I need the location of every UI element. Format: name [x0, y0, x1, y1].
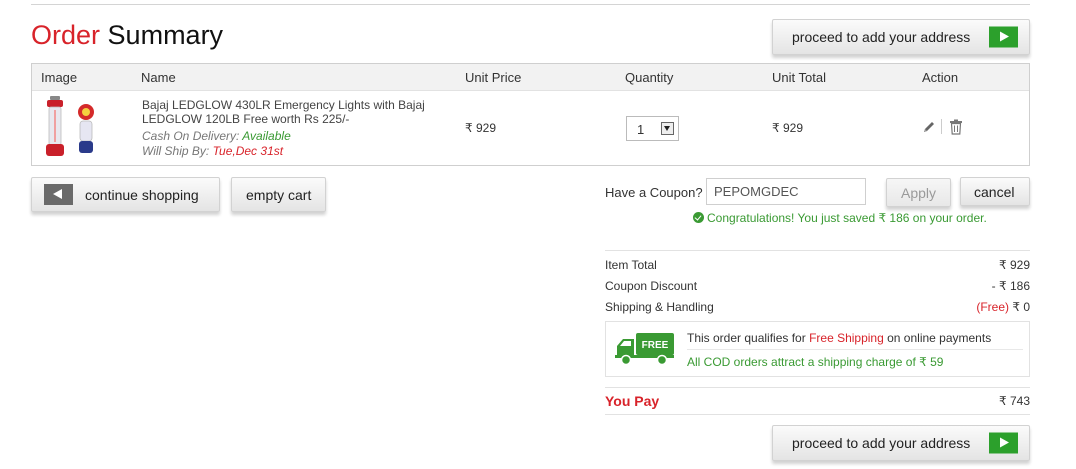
shipping-value-group: (Free) ₹ 0 [976, 300, 1030, 314]
shipping-label: Shipping & Handling [605, 300, 714, 314]
coupon-label: Have a Coupon? [605, 185, 703, 200]
empty-cart-button[interactable]: empty cart [231, 177, 326, 212]
cart-table: Image Name Unit Price Quantity Unit Tota… [31, 63, 1030, 166]
cancel-label: cancel [974, 183, 1015, 200]
coupon-input[interactable] [706, 178, 866, 205]
shipping-value: ₹ 0 [1012, 300, 1030, 314]
action-divider [941, 119, 942, 134]
ship-note-post: on online payments [887, 331, 992, 345]
item-total-row: Item Total ₹ 929 [605, 258, 1030, 274]
summary-divider-mid [605, 387, 1030, 388]
back-arrow-icon [44, 184, 73, 205]
page-title: Order Summary [31, 20, 223, 51]
coupon-discount-label: Coupon Discount [605, 279, 698, 293]
product-name[interactable]: Bajaj LEDGLOW 430LR Emergency Lights wit… [142, 98, 442, 126]
free-shipping-truck-icon: FREE [615, 333, 674, 366]
proceed-address-label: proceed to add your address [792, 435, 971, 451]
summary-divider-bottom [605, 414, 1030, 415]
play-arrow-icon [989, 432, 1018, 454]
coupon-success-message: Congratulations! You just saved ₹ 186 on… [693, 211, 987, 225]
free-shipping-note: This order qualifies for Free Shipping o… [687, 331, 991, 345]
apply-coupon-button[interactable]: Apply [886, 178, 951, 207]
ship-label: Will Ship By: [142, 144, 210, 158]
top-divider [31, 4, 1030, 5]
cod-charge-note: All COD orders attract a shipping charge… [687, 355, 944, 369]
play-arrow-icon [989, 26, 1018, 48]
unit-total: ₹ 929 [772, 121, 803, 135]
proceed-address-button-top[interactable]: proceed to add your address [772, 19, 1030, 55]
dropdown-arrow-icon[interactable] [661, 122, 674, 135]
page-title-accent: Order [31, 20, 101, 50]
ship-note-highlight: Free Shipping [809, 331, 884, 345]
edit-pencil-icon[interactable] [922, 120, 936, 134]
empty-cart-label: empty cart [246, 186, 312, 203]
coupon-discount-value: - ₹ 186 [991, 279, 1030, 293]
you-pay-value: ₹ 743 [999, 394, 1030, 408]
ship-value: Tue,Dec 31st [212, 144, 284, 158]
shipbox-divider [687, 349, 1023, 350]
you-pay-label: You Pay [605, 393, 660, 409]
trash-icon[interactable] [949, 119, 963, 135]
quantity-value: 1 [637, 122, 645, 137]
product-image[interactable] [44, 94, 100, 160]
header-unit-price: Unit Price [465, 70, 522, 85]
free-badge-text: FREE [642, 340, 669, 351]
check-circle-icon [693, 212, 704, 223]
cart-table-header: Image Name Unit Price Quantity Unit Tota… [32, 64, 1029, 91]
cancel-coupon-button[interactable]: cancel [960, 177, 1030, 206]
proceed-address-button-bottom[interactable]: proceed to add your address [772, 425, 1030, 461]
free-shipping-box: FREE This order qualifies for Free Shipp… [605, 321, 1030, 377]
cod-status: Cash On Delivery: Available [142, 129, 291, 143]
quantity-select[interactable]: 1 [626, 116, 679, 141]
header-action: Action [922, 70, 959, 85]
coupon-discount-row: Coupon Discount - ₹ 186 [605, 279, 1030, 295]
cod-value: Available [242, 129, 291, 143]
item-total-value: ₹ 929 [999, 258, 1030, 272]
header-name: Name [141, 70, 176, 85]
shipping-free-tag: (Free) [976, 300, 1009, 314]
summary-divider-top [605, 250, 1030, 251]
page-title-rest: Summary [107, 20, 224, 50]
cod-label: Cash On Delivery: [142, 129, 240, 143]
header-quantity: Quantity [625, 70, 674, 85]
continue-shopping-label: continue shopping [85, 186, 199, 203]
apply-label: Apply [901, 184, 937, 201]
ship-note-pre: This order qualifies for [687, 331, 806, 345]
header-image: Image [41, 70, 78, 85]
item-total-label: Item Total [605, 258, 657, 272]
shipping-row: Shipping & Handling (Free) ₹ 0 [605, 300, 1030, 316]
unit-price: ₹ 929 [465, 121, 496, 135]
ship-date: Will Ship By: Tue,Dec 31st [142, 144, 283, 158]
header-unit-total: Unit Total [772, 70, 826, 85]
coupon-success-text: Congratulations! You just saved ₹ 186 on… [707, 211, 987, 225]
proceed-address-label: proceed to add your address [792, 29, 971, 45]
continue-shopping-button[interactable]: continue shopping [31, 177, 220, 212]
